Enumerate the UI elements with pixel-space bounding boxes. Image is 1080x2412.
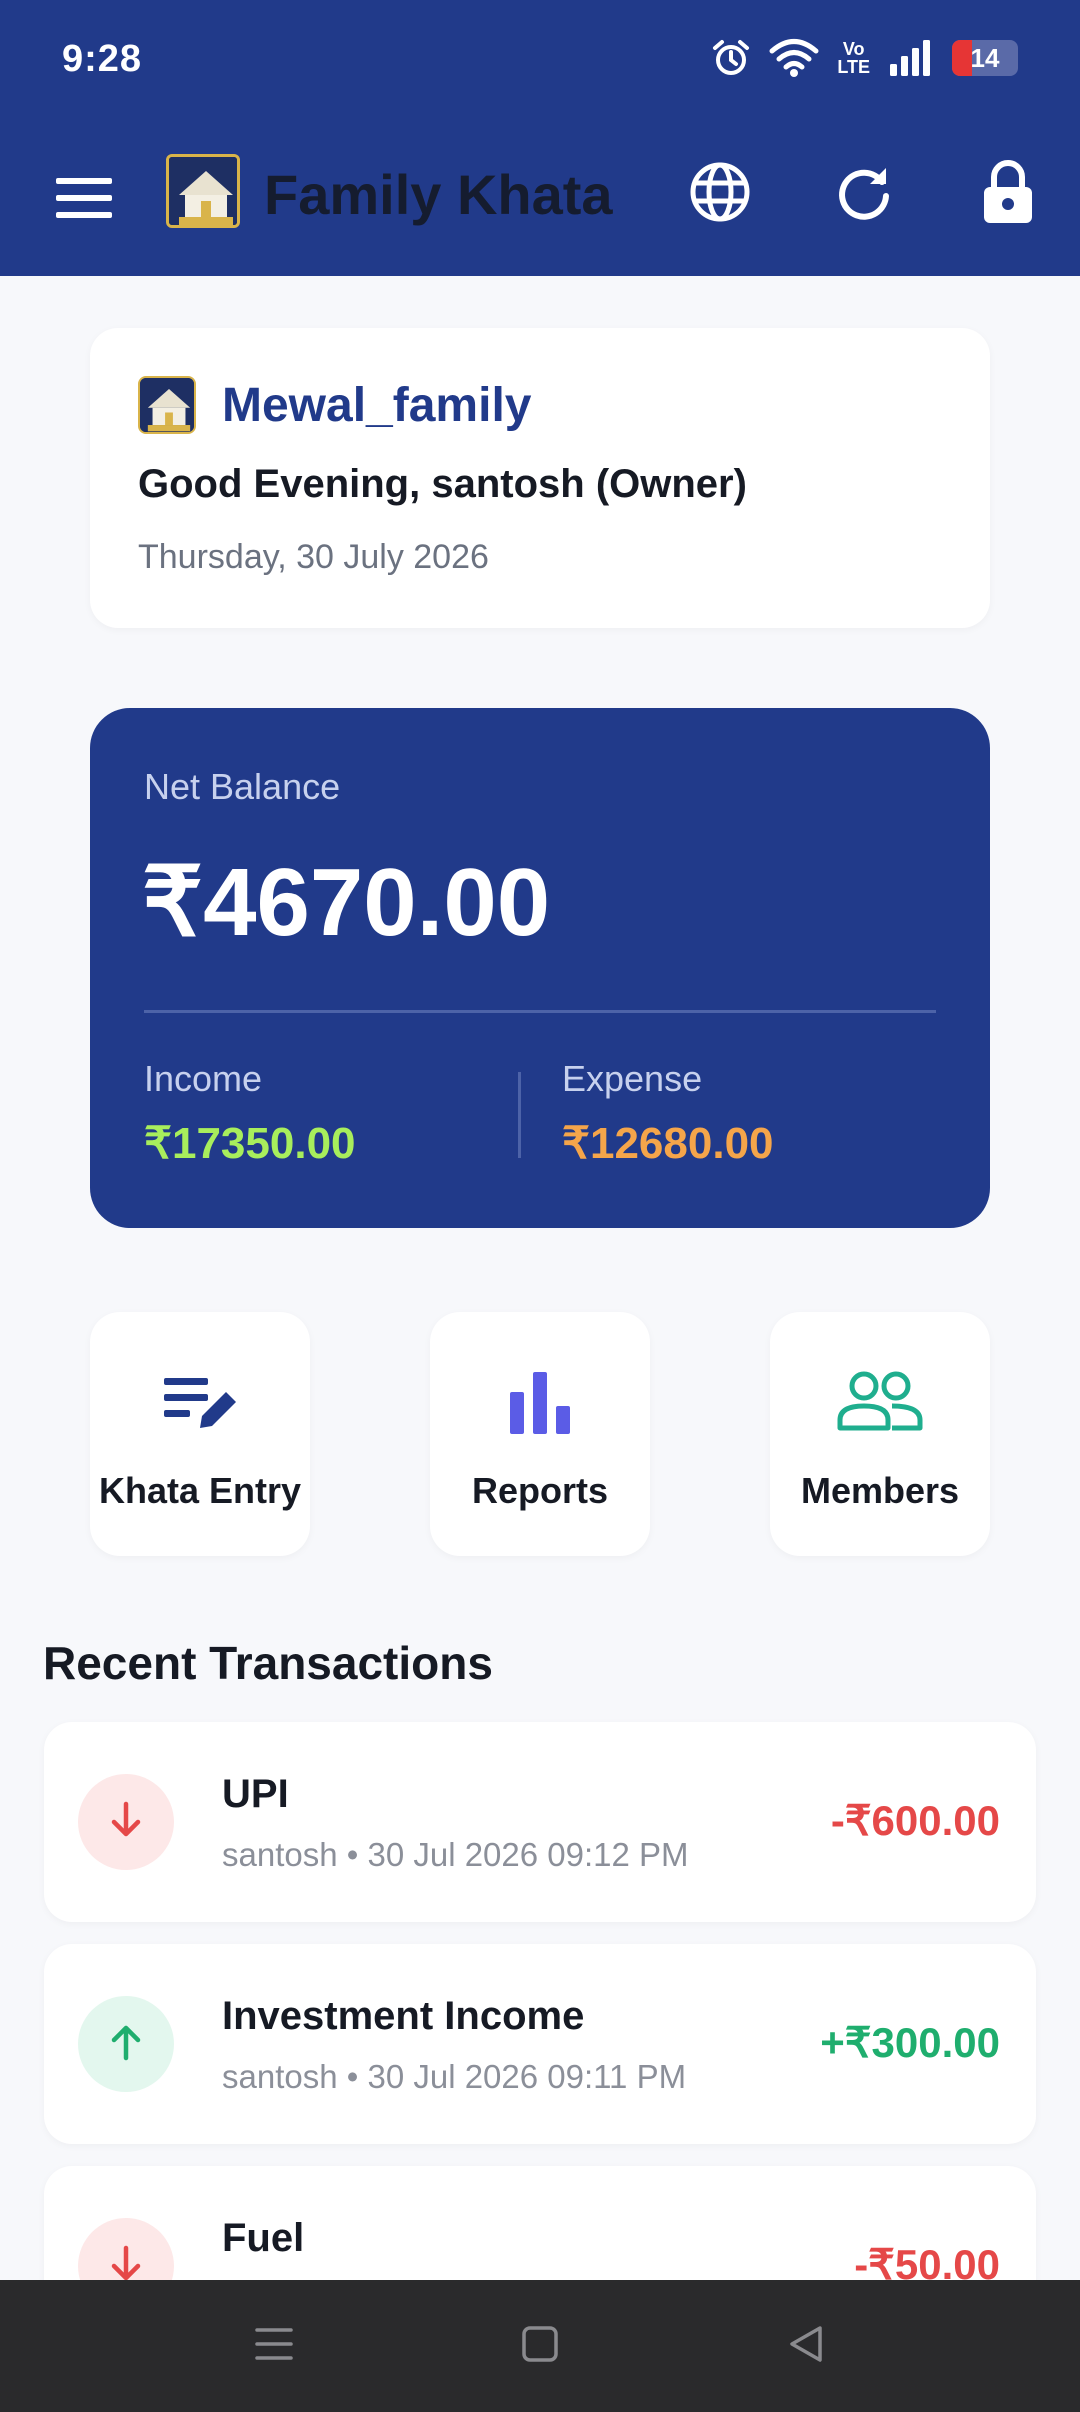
- transaction-row[interactable]: UPI santosh • 30 Jul 2026 09:12 PM -₹600…: [44, 1722, 1036, 1922]
- transaction-amount: -₹600.00: [830, 1797, 1000, 1844]
- recents-button[interactable]: [242, 2314, 306, 2378]
- reports-label: Reports: [471, 1470, 609, 1511]
- expense-indicator: [78, 1774, 174, 1870]
- refresh-button[interactable]: [828, 158, 900, 230]
- battery-icon: 14: [952, 40, 1018, 76]
- balance-divider: [144, 1010, 936, 1013]
- system-nav-bar: [0, 2280, 1080, 2412]
- language-button[interactable]: [684, 158, 756, 230]
- status-bar: 9:28 Vo LTE 14: [0, 0, 1080, 122]
- menu-button[interactable]: [56, 170, 112, 226]
- alarm-icon: [711, 38, 751, 78]
- edit-list-icon: [162, 1370, 238, 1440]
- signal-icon: [888, 38, 934, 78]
- globe-icon: [689, 161, 751, 228]
- transaction-amount: +₹300.00: [820, 2019, 1000, 2066]
- square-icon: [520, 2324, 560, 2369]
- arrow-down-icon: [104, 1798, 148, 1847]
- status-time: 9:28: [62, 38, 143, 80]
- khata-entry-button[interactable]: Khata Entry: [90, 1312, 310, 1556]
- family-card: Mewal_family Good Evening, santosh (Owne…: [90, 328, 990, 628]
- volte-bottom-text: LTE: [837, 57, 870, 77]
- date-text: Thursday, 30 July 2026: [138, 538, 489, 576]
- transaction-row[interactable]: Investment Income santosh • 30 Jul 2026 …: [44, 1944, 1036, 2144]
- balance-card: Net Balance ₹4670.00 Income ₹17350.00 Ex…: [90, 708, 990, 1228]
- wifi-icon: [769, 38, 819, 78]
- expense-value: ₹12680.00: [562, 1119, 774, 1168]
- people-icon: [837, 1370, 923, 1440]
- app-title: Family Khata: [264, 163, 613, 226]
- net-balance-label: Net Balance: [144, 766, 341, 807]
- bar-chart-icon: [508, 1370, 572, 1440]
- members-button[interactable]: Members: [770, 1312, 990, 1556]
- balance-separator: [518, 1072, 521, 1158]
- lock-icon: [980, 159, 1036, 230]
- expense-label: Expense: [562, 1058, 703, 1099]
- income-value: ₹17350.00: [144, 1119, 356, 1168]
- arrow-up-icon: [104, 2020, 148, 2069]
- volte-top-text: Vo: [842, 39, 865, 59]
- app-bar: Family Khata: [0, 122, 1080, 276]
- transaction-title: Fuel: [222, 2216, 305, 2260]
- lock-button[interactable]: [972, 158, 1044, 230]
- transaction-title: Investment Income: [222, 1994, 585, 2038]
- menu-lines-icon: [254, 2324, 294, 2369]
- transaction-meta: santosh • 30 Jul 2026 09:12 PM: [222, 1836, 689, 1873]
- hamburger-icon: [56, 178, 112, 184]
- status-icons: Vo LTE 14: [711, 38, 1018, 78]
- triangle-back-icon: [786, 2324, 826, 2369]
- home-button[interactable]: [508, 2314, 572, 2378]
- income-label: Income: [144, 1058, 263, 1099]
- app-logo: [166, 154, 240, 228]
- family-logo: [138, 376, 196, 434]
- recent-transactions-title: Recent Transactions: [43, 1637, 493, 1689]
- greeting-text: Good Evening, santosh (Owner): [138, 462, 747, 506]
- reports-button[interactable]: Reports: [430, 1312, 650, 1556]
- transaction-meta: santosh • 30 Jul 2026 09:11 PM: [222, 2058, 687, 2095]
- income-indicator: [78, 1996, 174, 2092]
- members-label: Members: [800, 1470, 960, 1511]
- volte-icon: Vo LTE: [837, 40, 870, 76]
- khata-entry-label: Khata Entry: [98, 1470, 302, 1511]
- family-name: Mewal_family: [222, 379, 532, 432]
- back-button[interactable]: [774, 2314, 838, 2378]
- net-balance-amount: ₹4670.00: [142, 849, 551, 956]
- refresh-icon: [834, 162, 894, 227]
- transaction-title: UPI: [222, 1772, 289, 1816]
- battery-level: 14: [970, 42, 1000, 73]
